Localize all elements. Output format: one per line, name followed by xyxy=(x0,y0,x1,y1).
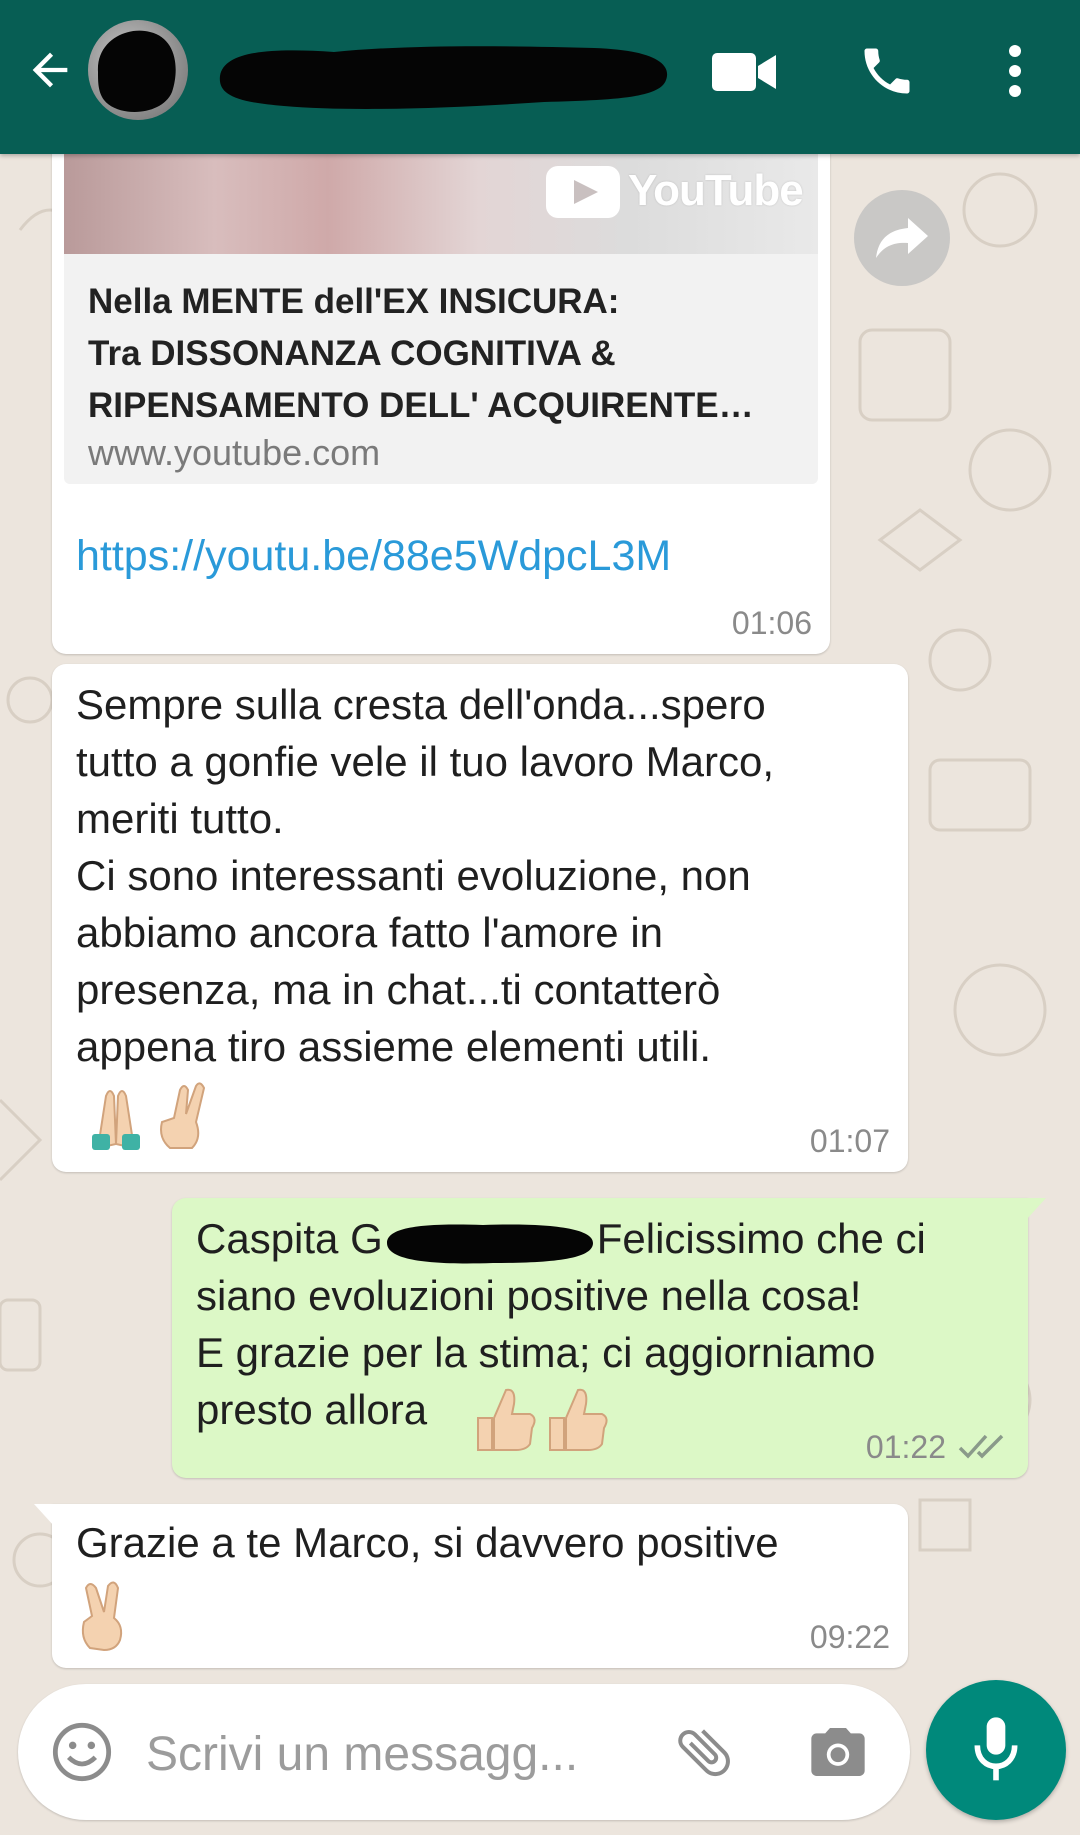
mic-button[interactable] xyxy=(926,1680,1066,1820)
camera-icon[interactable] xyxy=(802,1718,874,1786)
contact-name-redaction xyxy=(219,46,668,109)
message-time: 01:22 xyxy=(865,1429,946,1465)
message-time: 01:07 xyxy=(809,1123,890,1159)
link-preview-card[interactable]: YouTube Nella MENTE dell'EX INSICURA: Tr… xyxy=(64,140,818,484)
message-incoming[interactable]: Grazie a te Marco, si davvero positive 0… xyxy=(34,1504,908,1668)
message-input[interactable] xyxy=(144,1718,668,1790)
video-thumbnail: YouTube xyxy=(64,140,818,254)
video-call-icon[interactable] xyxy=(706,40,784,104)
message-incoming[interactable]: Sempre sulla cresta dell'onda...spero tu… xyxy=(52,664,908,1172)
message-text: Grazie a te Marco, si davvero positive xyxy=(76,1519,779,1566)
message-composer xyxy=(18,1684,910,1820)
mic-icon xyxy=(974,1717,1018,1781)
preview-title-line: Nella MENTE dell'EX INSICURA: xyxy=(88,282,620,321)
message-emojis xyxy=(76,1078,216,1159)
forward-button[interactable] xyxy=(854,190,950,286)
folded-hands-emoji xyxy=(92,1090,140,1150)
thumbs-up-emoji xyxy=(549,1388,608,1451)
attach-icon[interactable] xyxy=(668,1716,740,1788)
message-text: Sempre sulla cresta dell'onda...spero tu… xyxy=(76,681,775,1070)
message-incoming-link[interactable]: YouTube Nella MENTE dell'EX INSICURA: Tr… xyxy=(52,140,830,654)
youtube-logo: YouTube xyxy=(546,158,804,228)
phone-icon[interactable] xyxy=(852,36,922,106)
chat-header xyxy=(0,0,1080,154)
bubble-tail xyxy=(34,1504,54,1526)
crossed-fingers-emoji xyxy=(160,1082,206,1149)
victory-hand-emoji xyxy=(81,1581,123,1652)
message-time: 09:22 xyxy=(809,1619,890,1655)
preview-title-line: Tra DISSONANZA COGNITIVA & xyxy=(88,334,616,373)
bubble-tail xyxy=(1026,1198,1046,1220)
emoji-icon[interactable] xyxy=(46,1716,118,1788)
link-preview-domain: www.youtube.com xyxy=(88,432,381,473)
thumbs-up-emoji xyxy=(477,1388,536,1451)
message-text-start: Caspita G xyxy=(196,1215,383,1262)
link-preview-title: Nella MENTE dell'EX INSICURA: Tra DISSON… xyxy=(88,276,808,432)
message-time: 01:06 xyxy=(731,605,812,641)
message-link[interactable]: https://youtu.be/88e5WdpcL3M xyxy=(76,532,671,581)
message-outgoing[interactable]: Caspita G Felicissimo che ci siano evoluz… xyxy=(172,1198,1046,1478)
more-vert-icon[interactable] xyxy=(990,36,1040,106)
read-receipt-icon xyxy=(958,1434,1004,1459)
youtube-logo-text: YouTube xyxy=(628,166,804,215)
message-emojis xyxy=(472,1384,612,1459)
preview-title-line: RIPENSAMENTO DELL' ACQUIRENTE… xyxy=(88,386,754,425)
name-redaction xyxy=(383,1217,597,1267)
message-emojis xyxy=(76,1580,136,1657)
arrow-back-icon[interactable] xyxy=(18,38,82,102)
contact-name[interactable] xyxy=(214,36,674,114)
avatar[interactable] xyxy=(88,20,188,120)
forward-icon xyxy=(876,218,928,258)
avatar-redaction xyxy=(97,30,176,112)
